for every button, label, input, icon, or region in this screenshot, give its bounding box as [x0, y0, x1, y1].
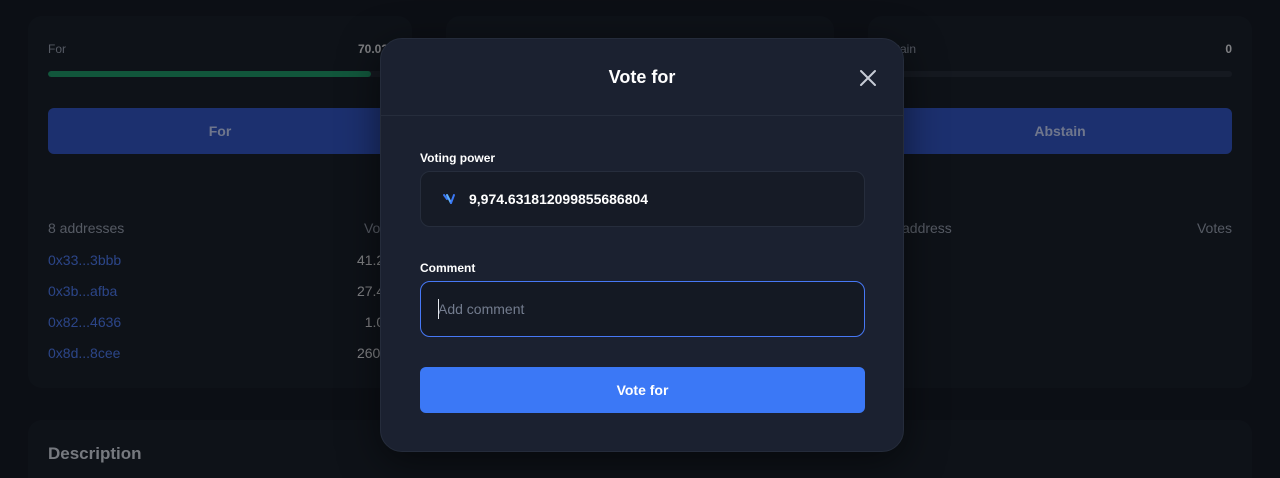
address-count: 8 addresses [48, 220, 125, 236]
voting-power-display: 9,974.631812099855686804 [420, 171, 865, 227]
voter-address-link[interactable]: 0x82...4636 [48, 314, 121, 330]
for-label: For [48, 42, 66, 56]
abstain-address-header: address [902, 220, 952, 236]
modal-title: Vote for [608, 67, 676, 87]
for-vote-card: For 70.02! For 8 addresses Vote 0x33...3… [28, 16, 412, 388]
voter-address-link[interactable]: 0x33...3bbb [48, 252, 121, 268]
voter-address-link[interactable]: 0x3b...afba [48, 283, 117, 299]
for-card-header: For 70.02! [48, 42, 392, 56]
for-progress-fill [48, 71, 372, 77]
description-title: Description [48, 444, 142, 463]
abstain-card-header: bstain 0 [884, 42, 1232, 56]
for-button[interactable]: For [48, 108, 392, 154]
abstain-vote-card: bstain 0 Abstain address Votes [868, 16, 1252, 388]
comment-label: Comment [420, 261, 476, 275]
voter-row: 0x33...3bbb 41.28 [48, 252, 392, 268]
voter-address-link[interactable]: 0x8d...8cee [48, 345, 120, 361]
for-list-header: 8 addresses Vote [48, 220, 392, 236]
voter-row: 0x3b...afba 27.47 [48, 283, 392, 299]
for-progress-bar [48, 71, 392, 77]
text-caret [438, 299, 439, 319]
vote-for-submit-button[interactable]: Vote for [420, 367, 865, 413]
voting-power-label: Voting power [420, 151, 496, 165]
abstain-value: 0 [1225, 42, 1232, 56]
vote-modal: Vote for Voting power 9,974.631812099855… [380, 38, 904, 452]
abstain-button[interactable]: Abstain [888, 108, 1232, 154]
abstain-progress-bar [888, 71, 1232, 77]
voter-row: 0x8d...8cee 260.1 [48, 345, 392, 361]
comment-input[interactable] [420, 281, 865, 337]
abstain-list-header: address Votes [902, 220, 1232, 236]
token-icon [443, 194, 455, 204]
close-button[interactable] [859, 69, 877, 87]
modal-header: Vote for [381, 39, 903, 116]
close-icon [860, 70, 876, 86]
abstain-votes-header: Votes [1196, 220, 1232, 236]
voting-power-value: 9,974.631812099855686804 [469, 191, 649, 207]
voter-row: 0x82...4636 1.00 [48, 314, 392, 330]
